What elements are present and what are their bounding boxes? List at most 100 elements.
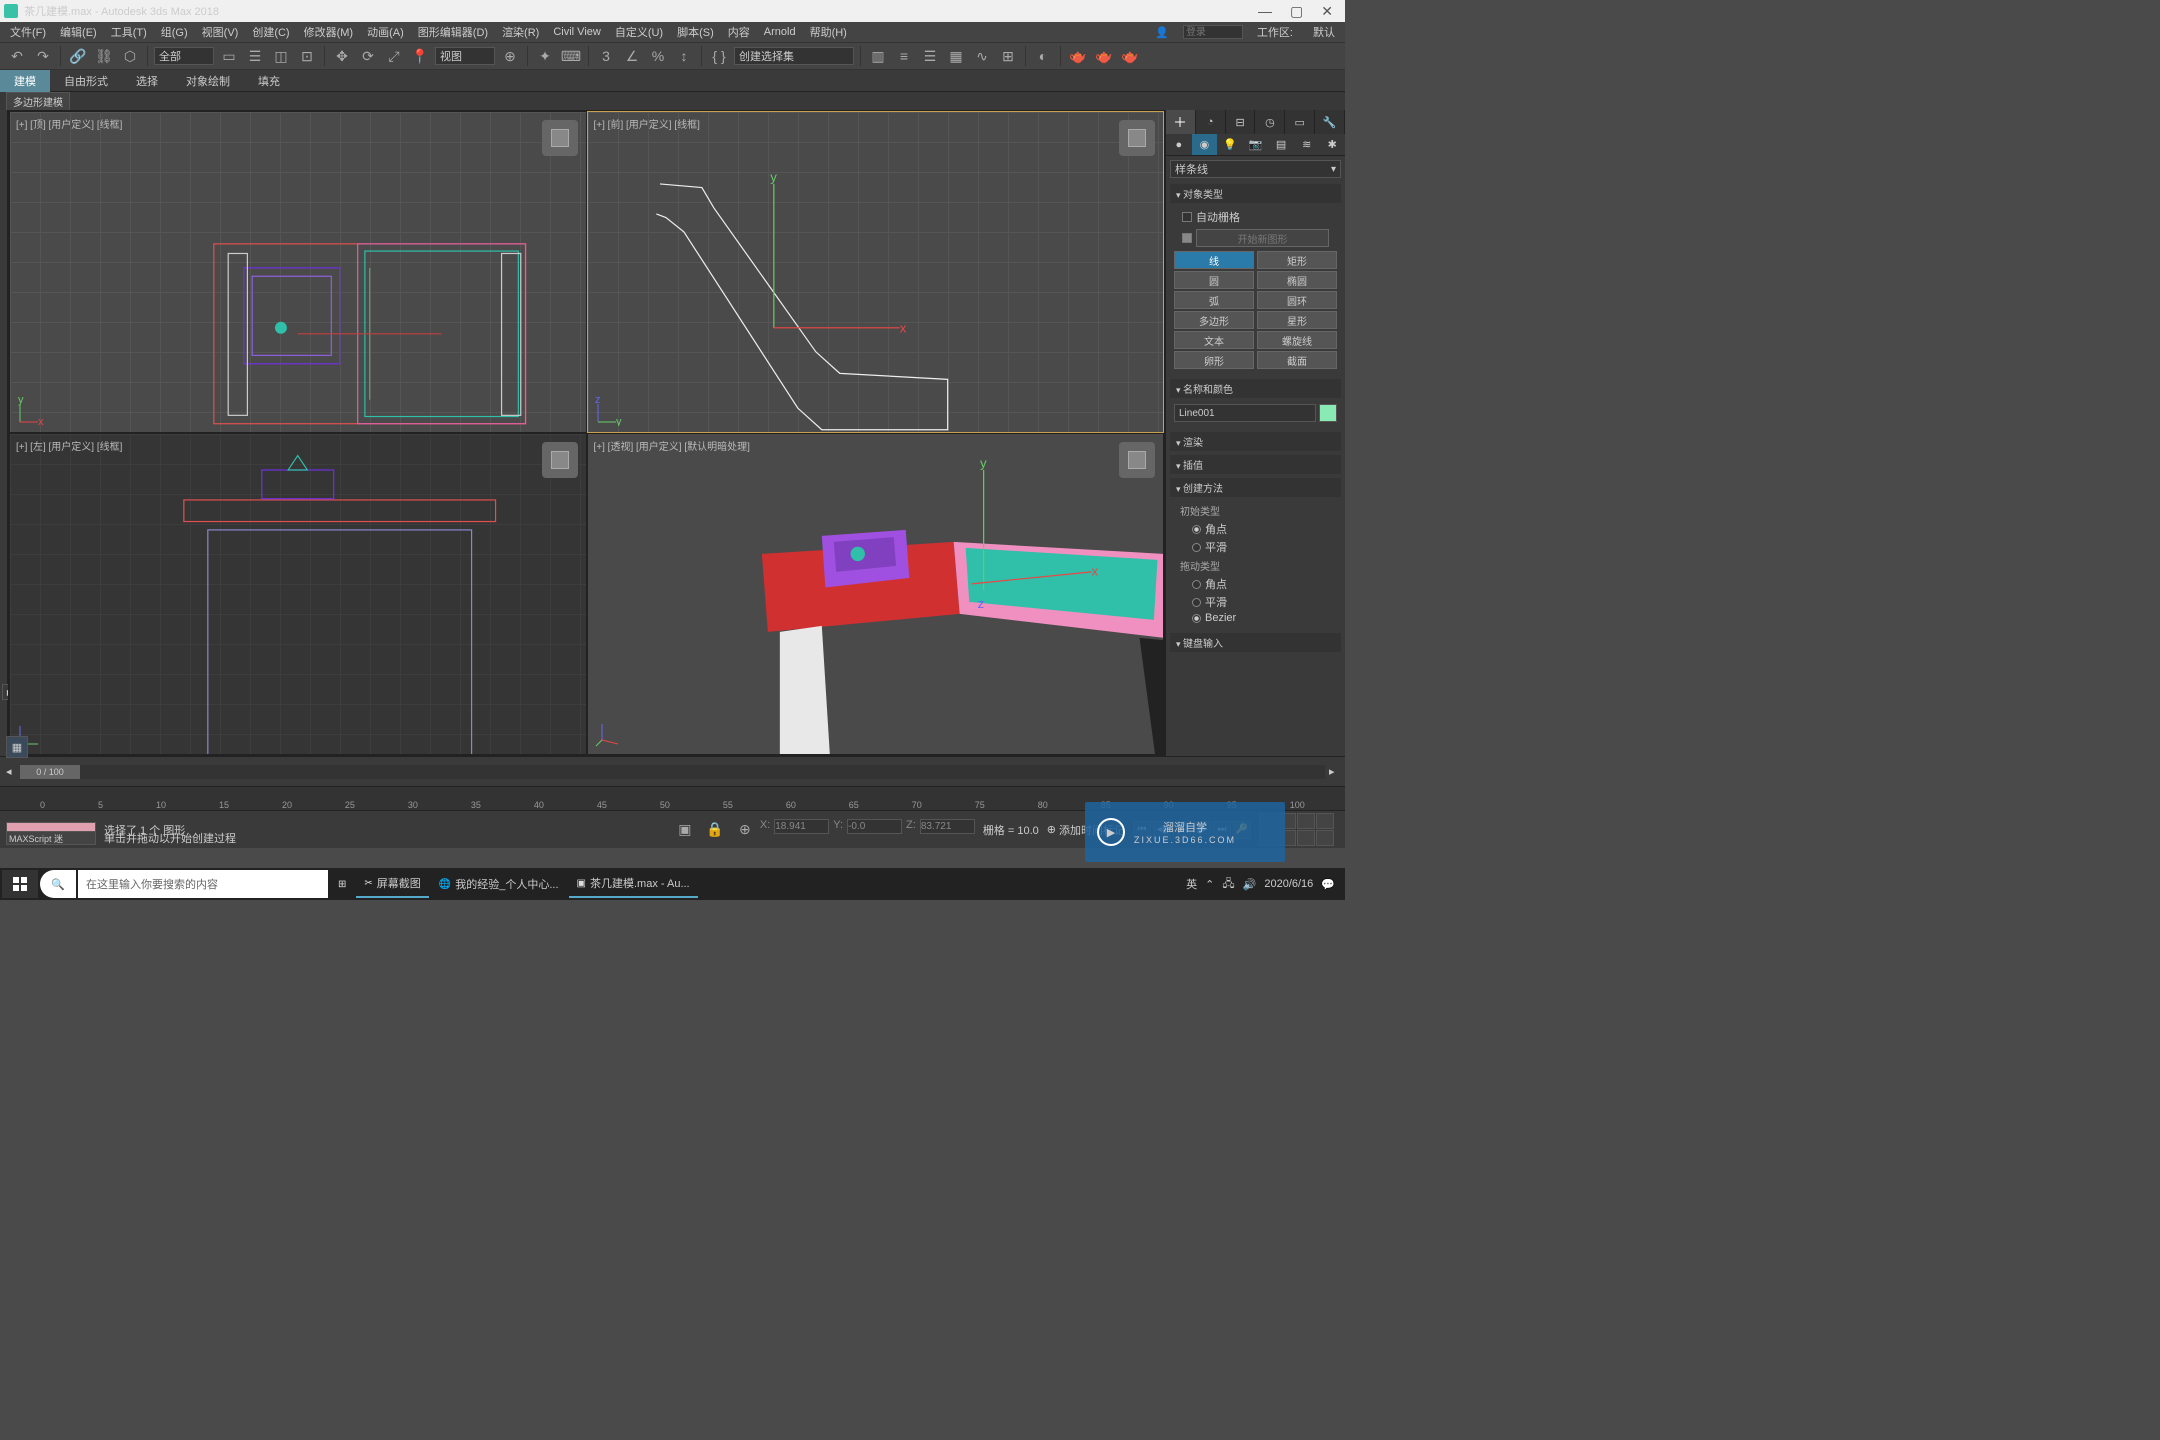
orbit-icon[interactable] (1297, 830, 1315, 846)
viewport-persp-label[interactable]: [+] [透视] [用户定义] [默认明暗处理] (594, 438, 750, 453)
rollout-interp[interactable]: 插值 (1170, 455, 1341, 474)
rotate-icon[interactable]: ⟳ (357, 45, 379, 67)
hierarchy-tab[interactable]: ⊟ (1226, 110, 1256, 134)
render-setup-icon[interactable]: 🫖 (1067, 45, 1089, 67)
move-icon[interactable]: ✥ (331, 45, 353, 67)
ribbon-tab-populate[interactable]: 填充 (244, 70, 294, 92)
scene-explorer-collapsed[interactable] (0, 110, 8, 756)
btn-star[interactable]: 星形 (1257, 311, 1337, 329)
redo-icon[interactable]: ↷ (32, 45, 54, 67)
menu-rendering[interactable]: 渲染(R) (496, 22, 545, 42)
color-swatch[interactable] (1319, 404, 1337, 422)
startnew-checkbox[interactable] (1182, 233, 1192, 243)
viewport-top[interactable]: [+] [顶] [用户定义] [线框] yx (10, 112, 586, 432)
minmax-icon[interactable] (1316, 830, 1334, 846)
category-dropdown[interactable]: 样条线 (1170, 160, 1341, 178)
utilities-tab[interactable]: 🔧 (1315, 110, 1345, 134)
coord-z[interactable] (920, 819, 975, 834)
menu-help[interactable]: 帮助(H) (804, 22, 853, 42)
taskbar-item-edge[interactable]: 🌐 我的经验_个人中心... (431, 870, 567, 898)
menu-content[interactable]: 内容 (722, 22, 756, 42)
render-icon[interactable]: 🫖 (1119, 45, 1141, 67)
angle-snap-icon[interactable]: ∠ (621, 45, 643, 67)
time-slider-thumb[interactable]: 0 / 100 (20, 765, 80, 779)
minimize-button[interactable]: — (1258, 3, 1272, 20)
viewport-layout-button[interactable]: ▦ (6, 736, 28, 758)
login-icon[interactable]: 👤 (1149, 24, 1175, 41)
geometry-icon[interactable]: ● (1166, 134, 1192, 155)
search-box[interactable]: 在这里输入你要搜索的内容 (78, 870, 328, 898)
rollout-creation-method[interactable]: 创建方法 (1170, 478, 1341, 497)
modify-tab[interactable]: ◔ (1196, 110, 1226, 134)
btn-circle[interactable]: 圆 (1174, 271, 1254, 289)
timeline-prev-icon[interactable]: ◂ (6, 765, 16, 778)
viewport-top-label[interactable]: [+] [顶] [用户定义] [线框] (16, 116, 122, 131)
menu-animation[interactable]: 动画(A) (361, 22, 410, 42)
menu-edit[interactable]: 编辑(E) (54, 22, 103, 42)
align-icon[interactable]: ≡ (893, 45, 915, 67)
btn-line[interactable]: 线 (1174, 251, 1254, 269)
menu-scripting[interactable]: 脚本(S) (671, 22, 720, 42)
zoom-extents-icon[interactable] (1297, 813, 1315, 829)
autogrid-checkbox[interactable] (1182, 212, 1192, 222)
layers-icon[interactable]: ☰ (919, 45, 941, 67)
ribbon-tab-modeling[interactable]: 建模 (0, 70, 50, 92)
viewport-left[interactable]: [+] [左] [用户定义] [线框] (10, 434, 586, 754)
scale-icon[interactable]: ⤢ (383, 45, 405, 67)
time-tag-icon[interactable]: ⊕ (1047, 823, 1056, 836)
menu-modifiers[interactable]: 修改器(M) (298, 22, 360, 42)
toggle-ribbon-icon[interactable]: ▦ (945, 45, 967, 67)
menu-grapheditors[interactable]: 图形编辑器(D) (412, 22, 494, 42)
tray-volume-icon[interactable]: 🔊 (1243, 878, 1257, 891)
viewport-left-label[interactable]: [+] [左] [用户定义] [线框] (16, 438, 122, 453)
btn-rectangle[interactable]: 矩形 (1257, 251, 1337, 269)
tray-date[interactable]: 2020/6/16 (1264, 878, 1313, 890)
snap-2d-icon[interactable]: 3 (595, 45, 617, 67)
btn-arc[interactable]: 弧 (1174, 291, 1254, 309)
coord-x[interactable] (774, 819, 829, 834)
radio-drag-bezier[interactable] (1192, 614, 1201, 623)
manipulate-icon[interactable]: ✦ (534, 45, 556, 67)
schematic-icon[interactable]: ⊞ (997, 45, 1019, 67)
mirror-icon[interactable]: ▥ (867, 45, 889, 67)
close-button[interactable]: ✕ (1321, 3, 1333, 20)
systems-icon[interactable]: ✱ (1319, 134, 1345, 155)
btn-egg[interactable]: 卵形 (1174, 351, 1254, 369)
ribbon-tab-objectpaint[interactable]: 对象绘制 (172, 70, 244, 92)
login-input[interactable] (1183, 25, 1243, 39)
rollout-keyboard[interactable]: 键盘输入 (1170, 633, 1341, 652)
task-view-icon[interactable]: ⊞ (330, 870, 354, 898)
cameras-icon[interactable]: 📷 (1243, 134, 1269, 155)
menu-view[interactable]: 视图(V) (196, 22, 245, 42)
motion-tab[interactable]: ◷ (1255, 110, 1285, 134)
rollout-object-type[interactable]: 对象类型 (1170, 184, 1341, 203)
viewport-front[interactable]: [+] [前] [用户定义] [线框] y x zy (588, 112, 1164, 432)
start-button[interactable] (2, 870, 38, 898)
unlink-icon[interactable]: ⛓ (93, 45, 115, 67)
selection-filter[interactable]: 全部 (154, 47, 214, 65)
maxscript-listener[interactable]: MAXScript 迷 (6, 831, 96, 845)
window-crossing-icon[interactable]: ⊡ (296, 45, 318, 67)
tray-notifications-icon[interactable]: 💬 (1321, 878, 1335, 891)
menu-customize[interactable]: 自定义(U) (609, 22, 669, 42)
btn-ellipse[interactable]: 椭圆 (1257, 271, 1337, 289)
select-icon[interactable]: ▭ (218, 45, 240, 67)
menu-create[interactable]: 创建(C) (246, 22, 295, 42)
create-tab[interactable] (1166, 110, 1196, 134)
place-icon[interactable]: 📍 (409, 45, 431, 67)
link-icon[interactable]: 🔗 (67, 45, 89, 67)
menu-group[interactable]: 组(G) (155, 22, 194, 42)
btn-helix[interactable]: 螺旋线 (1257, 331, 1337, 349)
spinner-snap-icon[interactable]: ↕ (673, 45, 695, 67)
tray-network-icon[interactable]: 🖧 (1222, 875, 1234, 894)
undo-icon[interactable]: ↶ (6, 45, 28, 67)
menu-civilview[interactable]: Civil View (547, 24, 606, 40)
btn-text[interactable]: 文本 (1174, 331, 1254, 349)
radio-drag-smooth[interactable] (1192, 598, 1201, 607)
named-selection-sets[interactable]: 创建选择集 (734, 47, 854, 65)
search-icon[interactable]: 🔍 (40, 870, 76, 898)
helpers-icon[interactable]: ▤ (1268, 134, 1294, 155)
ribbon-tab-freeform[interactable]: 自由形式 (50, 70, 122, 92)
lights-icon[interactable]: 💡 (1217, 134, 1243, 155)
material-editor-icon[interactable]: ◐ (1032, 45, 1054, 67)
